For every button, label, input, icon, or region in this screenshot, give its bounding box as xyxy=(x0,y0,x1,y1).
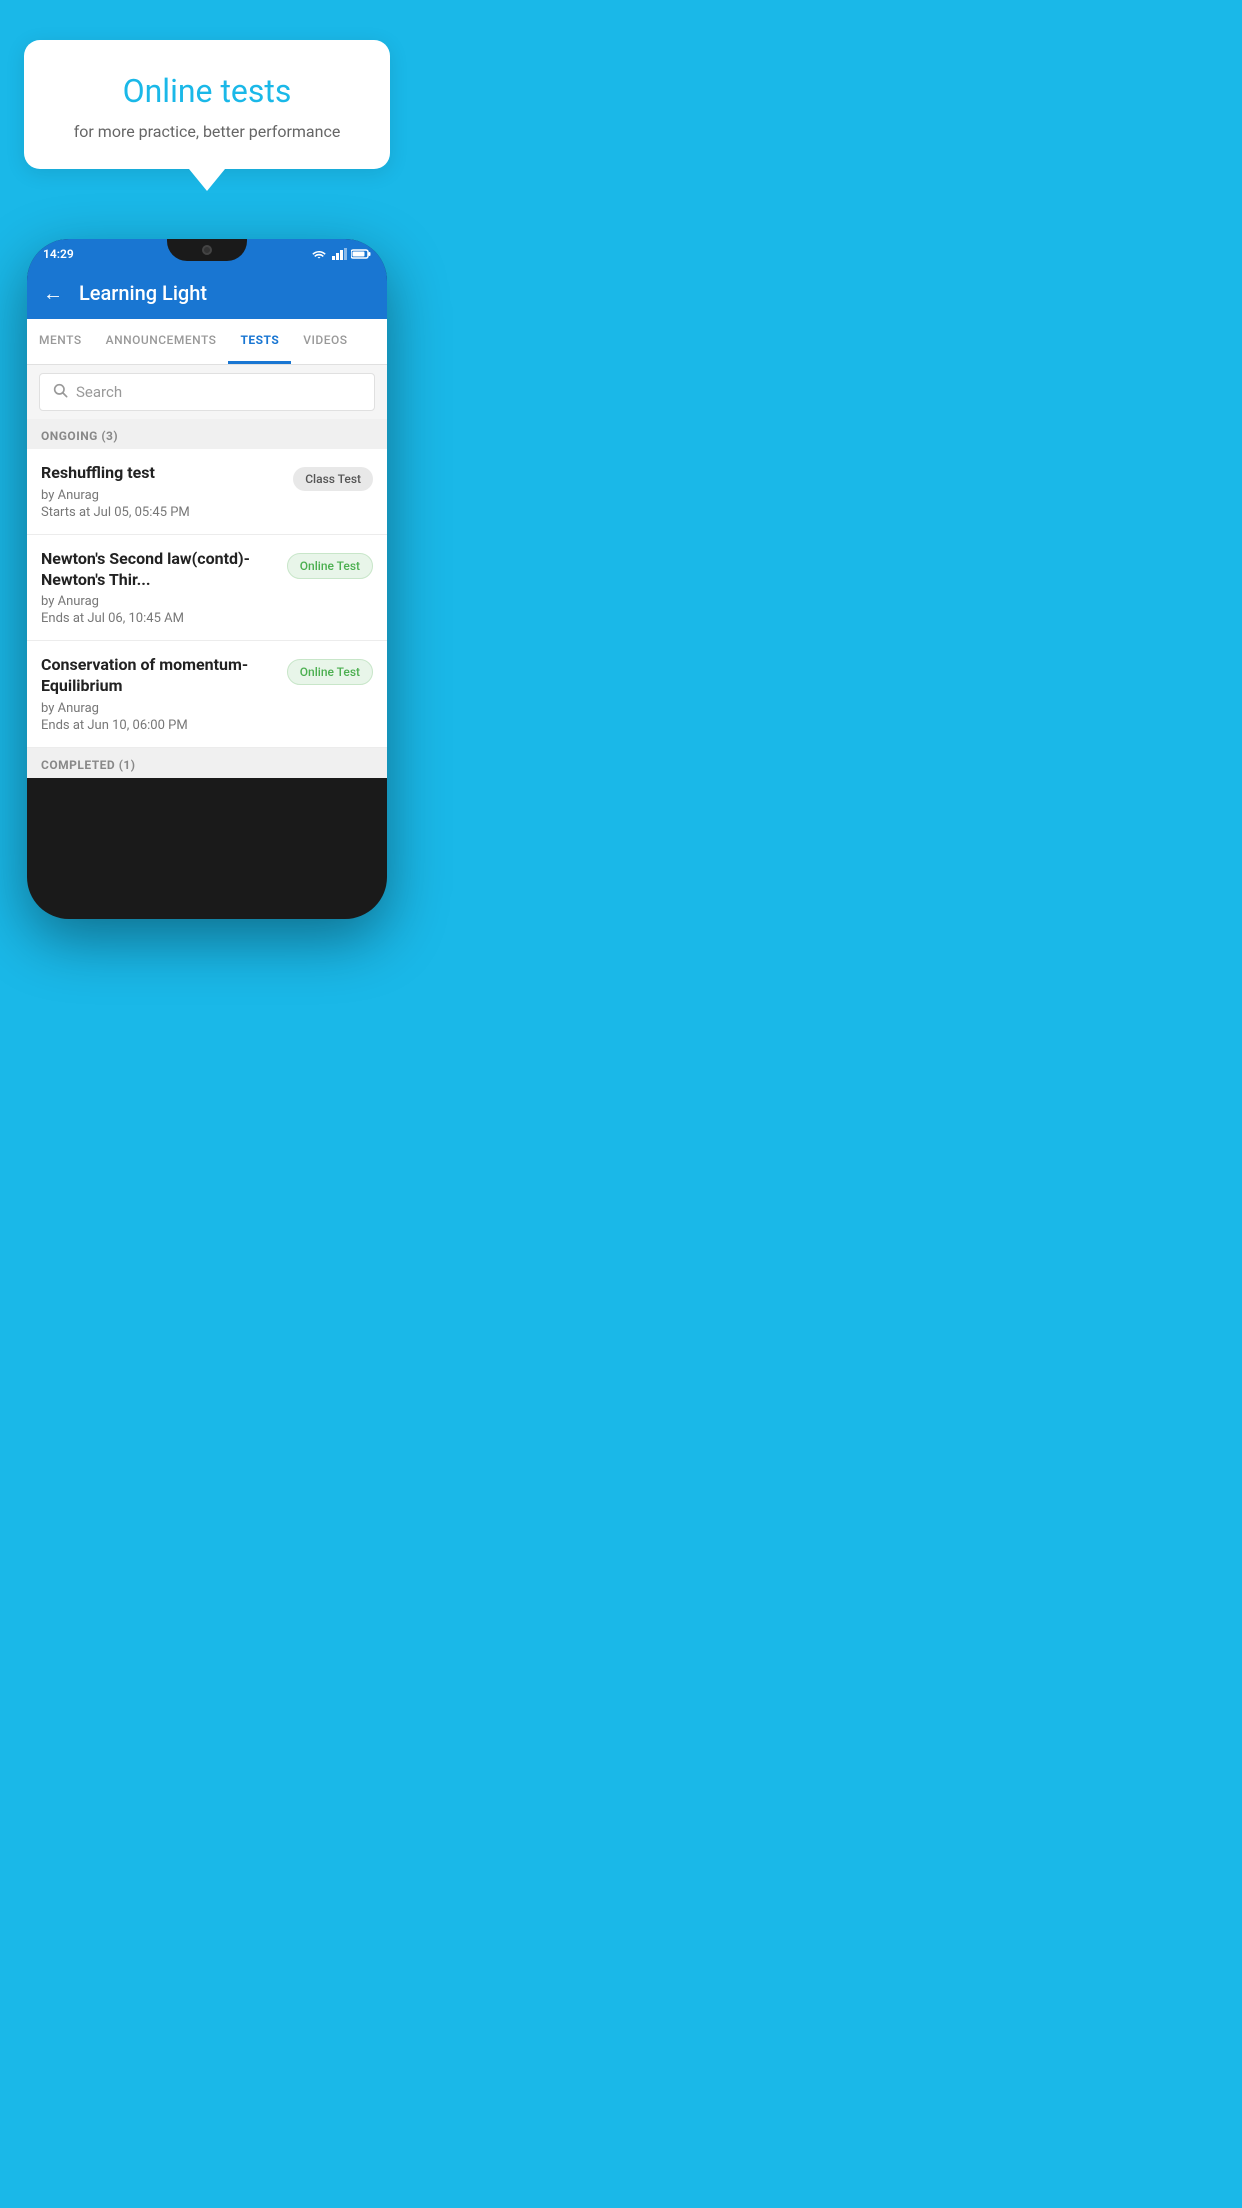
speech-bubble-title: Online tests xyxy=(52,72,362,110)
tab-videos[interactable]: VIDEOS xyxy=(291,319,359,364)
tests-content: ONGOING (3) Reshuffling test by Anurag S… xyxy=(27,419,387,778)
test-time-2: Ends at Jul 06, 10:45 AM xyxy=(41,611,277,626)
hero-section: Online tests for more practice, better p… xyxy=(0,0,414,189)
back-button[interactable]: ← xyxy=(43,281,63,306)
status-time: 14:29 xyxy=(43,247,74,261)
phone-screen: 14:29 xyxy=(27,239,387,778)
app-bar: ← Learning Light xyxy=(27,267,387,319)
phone-notch xyxy=(167,239,247,261)
test-author-1: by Anurag xyxy=(41,488,283,503)
test-item-3[interactable]: Conservation of momentum-Equilibrium by … xyxy=(27,641,387,748)
test-title-2: Newton's Second law(contd)-Newton's Thir… xyxy=(41,549,277,591)
test-title-3: Conservation of momentum-Equilibrium xyxy=(41,655,277,697)
tab-tests[interactable]: TESTS xyxy=(228,319,291,364)
phone-frame: 14:29 xyxy=(27,239,387,919)
test-info-2: Newton's Second law(contd)-Newton's Thir… xyxy=(41,549,287,627)
test-item-1[interactable]: Reshuffling test by Anurag Starts at Jul… xyxy=(27,449,387,535)
test-item-2[interactable]: Newton's Second law(contd)-Newton's Thir… xyxy=(27,535,387,642)
test-badge-1: Class Test xyxy=(293,467,373,491)
ongoing-section-header: ONGOING (3) xyxy=(27,419,387,449)
search-placeholder-text: Search xyxy=(76,383,122,401)
phone-mockup: 14:29 xyxy=(27,239,387,919)
test-author-2: by Anurag xyxy=(41,594,277,609)
tabs-bar: MENTS ANNOUNCEMENTS TESTS VIDEOS xyxy=(27,319,387,365)
camera-notch xyxy=(202,245,212,255)
completed-section-header: COMPLETED (1) xyxy=(27,748,387,778)
signal-icon xyxy=(331,248,347,260)
speech-bubble: Online tests for more practice, better p… xyxy=(24,40,390,169)
tab-announcements[interactable]: ANNOUNCEMENTS xyxy=(94,319,229,364)
test-badge-2: Online Test xyxy=(287,553,373,579)
search-bar[interactable]: Search xyxy=(39,373,375,411)
wifi-icon xyxy=(311,248,327,260)
speech-bubble-subtitle: for more practice, better performance xyxy=(52,122,362,141)
search-container: Search xyxy=(27,365,387,419)
test-title-1: Reshuffling test xyxy=(41,463,283,484)
app-bar-title: Learning Light xyxy=(79,281,207,305)
test-author-3: by Anurag xyxy=(41,701,277,716)
test-badge-3: Online Test xyxy=(287,659,373,685)
battery-icon xyxy=(351,248,371,260)
test-info-1: Reshuffling test by Anurag Starts at Jul… xyxy=(41,463,293,520)
search-icon xyxy=(52,382,68,402)
tab-ments[interactable]: MENTS xyxy=(27,319,94,364)
test-info-3: Conservation of momentum-Equilibrium by … xyxy=(41,655,287,733)
status-icons xyxy=(311,248,371,260)
test-time-3: Ends at Jun 10, 06:00 PM xyxy=(41,718,277,733)
test-time-1: Starts at Jul 05, 05:45 PM xyxy=(41,505,283,520)
